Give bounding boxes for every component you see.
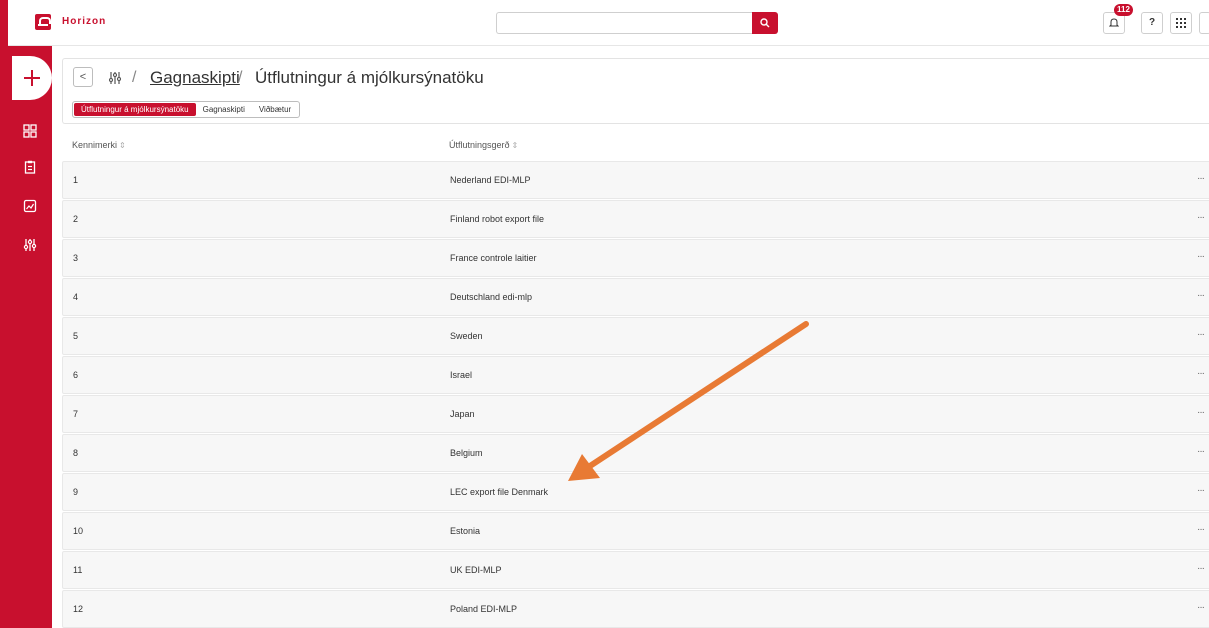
- table-row[interactable]: 9 LEC export file Denmark ···: [62, 473, 1209, 511]
- more-options-icon[interactable]: ···: [1197, 290, 1205, 301]
- page-header-card: < / Gagnaskipti / Útflutningur á mjólkur…: [62, 58, 1209, 124]
- cell-export-type: Japan: [450, 409, 475, 419]
- cell-export-type: Poland EDI-MLP: [450, 604, 518, 614]
- more-options-icon[interactable]: ···: [1197, 407, 1205, 418]
- cell-export-type: Estonia: [450, 526, 481, 536]
- cell-export-type: Sweden: [450, 331, 483, 341]
- left-accent-strip: [0, 0, 8, 628]
- cell-export-type: UK EDI-MLP: [450, 565, 502, 575]
- table-row[interactable]: 4 Deutschland edi-mlp ···: [62, 278, 1209, 316]
- cell-export-type: Deutschland edi-mlp: [450, 292, 533, 302]
- cell-export-type: Finland robot export file: [450, 214, 545, 224]
- bell-icon: [1108, 18, 1120, 27]
- column-header-id[interactable]: Kennimerki ⇕: [72, 140, 126, 150]
- more-options-icon[interactable]: ···: [1197, 329, 1205, 340]
- table-header: Kennimerki ⇕ Útflutningsgerð ⇕: [62, 131, 1209, 158]
- cell-id: 5: [73, 331, 79, 341]
- tab-milk-sample-export[interactable]: Útflutningur á mjólkursýnatöku: [74, 103, 196, 116]
- more-options-icon[interactable]: ···: [1197, 446, 1205, 457]
- breadcrumb-separator: /: [238, 69, 243, 86]
- column-header-label: Kennimerki: [72, 140, 118, 150]
- more-options-icon[interactable]: ···: [1197, 563, 1205, 574]
- page-title: Útflutningur á mjólkursýnatöku: [255, 68, 484, 87]
- cell-id: 4: [73, 292, 79, 302]
- table-row[interactable]: 8 Belgium ···: [62, 434, 1209, 472]
- sliders-icon: [108, 72, 122, 84]
- tab-group: Útflutningur á mjólkursýnatöku Gagnaskip…: [72, 101, 301, 118]
- cell-id: 12: [73, 604, 84, 614]
- table-row[interactable]: 1 Nederland EDI-MLP ···: [62, 161, 1209, 199]
- search-icon: [760, 18, 770, 28]
- tab-data-exchange[interactable]: Gagnaskipti: [196, 103, 252, 116]
- search-button[interactable]: [752, 12, 778, 34]
- more-options-icon[interactable]: ···: [1197, 602, 1205, 613]
- table-row[interactable]: 3 France controle laitier ···: [62, 239, 1209, 277]
- clipboard-icon[interactable]: [23, 160, 37, 174]
- apps-button[interactable]: [1170, 12, 1192, 34]
- more-options-icon[interactable]: ···: [1197, 173, 1205, 184]
- search-input[interactable]: [496, 12, 752, 34]
- cell-id: 3: [73, 253, 79, 263]
- horizon-logo-icon[interactable]: [35, 14, 51, 30]
- more-options-icon[interactable]: ···: [1197, 485, 1205, 496]
- column-header-export-type[interactable]: Útflutningsgerð ⇕: [449, 140, 518, 150]
- sliders-icon[interactable]: [23, 238, 37, 252]
- sidebar: [8, 46, 52, 628]
- table-row[interactable]: 10 Estonia ···: [62, 512, 1209, 550]
- cell-export-type: Belgium: [450, 448, 483, 458]
- more-options-icon[interactable]: ···: [1197, 524, 1205, 535]
- cell-id: 6: [73, 370, 79, 380]
- cell-id: 10: [73, 526, 84, 536]
- cell-export-type: LEC export file Denmark: [450, 487, 549, 497]
- table-row[interactable]: 2 Finland robot export file ···: [62, 200, 1209, 238]
- notification-count-badge: 112: [1114, 4, 1133, 16]
- help-button[interactable]: ?: [1141, 12, 1163, 34]
- cell-export-type: Israel: [450, 370, 473, 380]
- back-button[interactable]: <: [73, 67, 93, 87]
- brand-name: Horizon: [62, 16, 107, 27]
- chart-report-icon[interactable]: [23, 199, 37, 213]
- cell-id: 2: [73, 214, 79, 224]
- table-row[interactable]: 12 Poland EDI-MLP ···: [62, 590, 1209, 628]
- more-options-icon[interactable]: ···: [1197, 212, 1205, 223]
- table-row[interactable]: 5 Sweden ···: [62, 317, 1209, 355]
- sort-icon[interactable]: ⇕: [512, 141, 519, 150]
- cell-id: 8: [73, 448, 79, 458]
- table-row[interactable]: 6 Israel ···: [62, 356, 1209, 394]
- breadcrumb-separator: /: [132, 69, 137, 86]
- table-row[interactable]: 11 UK EDI-MLP ···: [62, 551, 1209, 589]
- column-header-label: Útflutningsgerð: [449, 140, 510, 150]
- add-button[interactable]: [12, 56, 52, 100]
- tab-extensions[interactable]: Viðbætur: [252, 103, 298, 116]
- cell-id: 1: [73, 175, 79, 185]
- sort-icon[interactable]: ⇕: [119, 141, 126, 150]
- apps-grid-icon: [1176, 18, 1186, 28]
- cell-id: 7: [73, 409, 79, 419]
- table-row[interactable]: 7 Japan ···: [62, 395, 1209, 433]
- dashboard-icon[interactable]: [23, 124, 37, 138]
- more-options-icon[interactable]: ···: [1197, 368, 1205, 379]
- cell-id: 9: [73, 487, 79, 497]
- cell-id: 11: [73, 565, 83, 575]
- breadcrumb-link-gagnaskipti[interactable]: Gagnaskipti: [150, 68, 240, 88]
- user-menu-button[interactable]: [1199, 12, 1209, 34]
- cell-export-type: Nederland EDI-MLP: [450, 175, 531, 185]
- more-options-icon[interactable]: ···: [1197, 251, 1205, 262]
- cell-export-type: France controle laitier: [450, 253, 537, 263]
